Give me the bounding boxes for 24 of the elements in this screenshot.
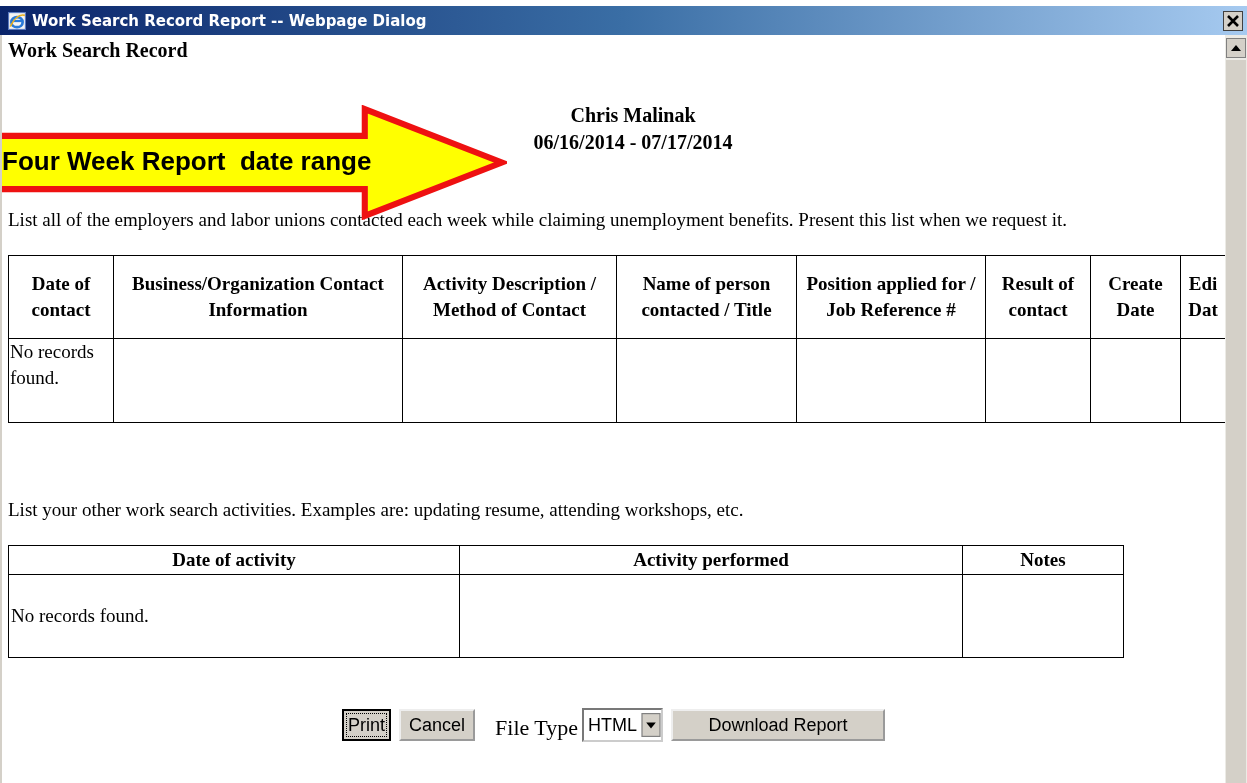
column-header: Position applied for / Job Reference # (796, 255, 986, 339)
empty-message: No records found. (11, 605, 149, 626)
date-range: 06/16/2014 - 07/17/2014 (533, 130, 733, 155)
file-type-label: File Type (495, 715, 579, 741)
column-header: Result of contact (985, 255, 1091, 339)
claimant-name: Chris Malinak (570, 103, 696, 128)
download-report-button[interactable]: Download Report (671, 709, 886, 741)
action-button[interactable]: Cancel (399, 709, 476, 741)
column-header: Date of contact (8, 255, 114, 339)
empty-message: No records found. (10, 341, 94, 388)
column-header: Name of person contacted / Title (616, 255, 797, 339)
instruction-text: List your other work search activities. Examples are: updating resume, attending workshops, etc. (8, 499, 745, 521)
report-heading: Work Search Record (8, 39, 189, 62)
column-header: Notes (962, 545, 1124, 575)
column-header: Date of activity (8, 545, 460, 575)
column-header: Activity performed (459, 545, 963, 575)
column-header: Create Date (1090, 255, 1181, 339)
file-type-dropdown[interactable]: HTML (582, 708, 664, 742)
column-header: Business/Organization Contact Information (113, 255, 403, 339)
callout-text: Four Week Report date range (2, 146, 372, 177)
column-header: Activity Description / Method of Contact (402, 255, 617, 339)
action-button[interactable]: Print (342, 709, 391, 741)
window-title: Work Search Record Report -- Webpage Dialog (32, 11, 428, 30)
instruction-text: List all of the employers and labor unions contacted each week while claiming unemployment benefits. Present this list when we request it. (8, 208, 1068, 232)
